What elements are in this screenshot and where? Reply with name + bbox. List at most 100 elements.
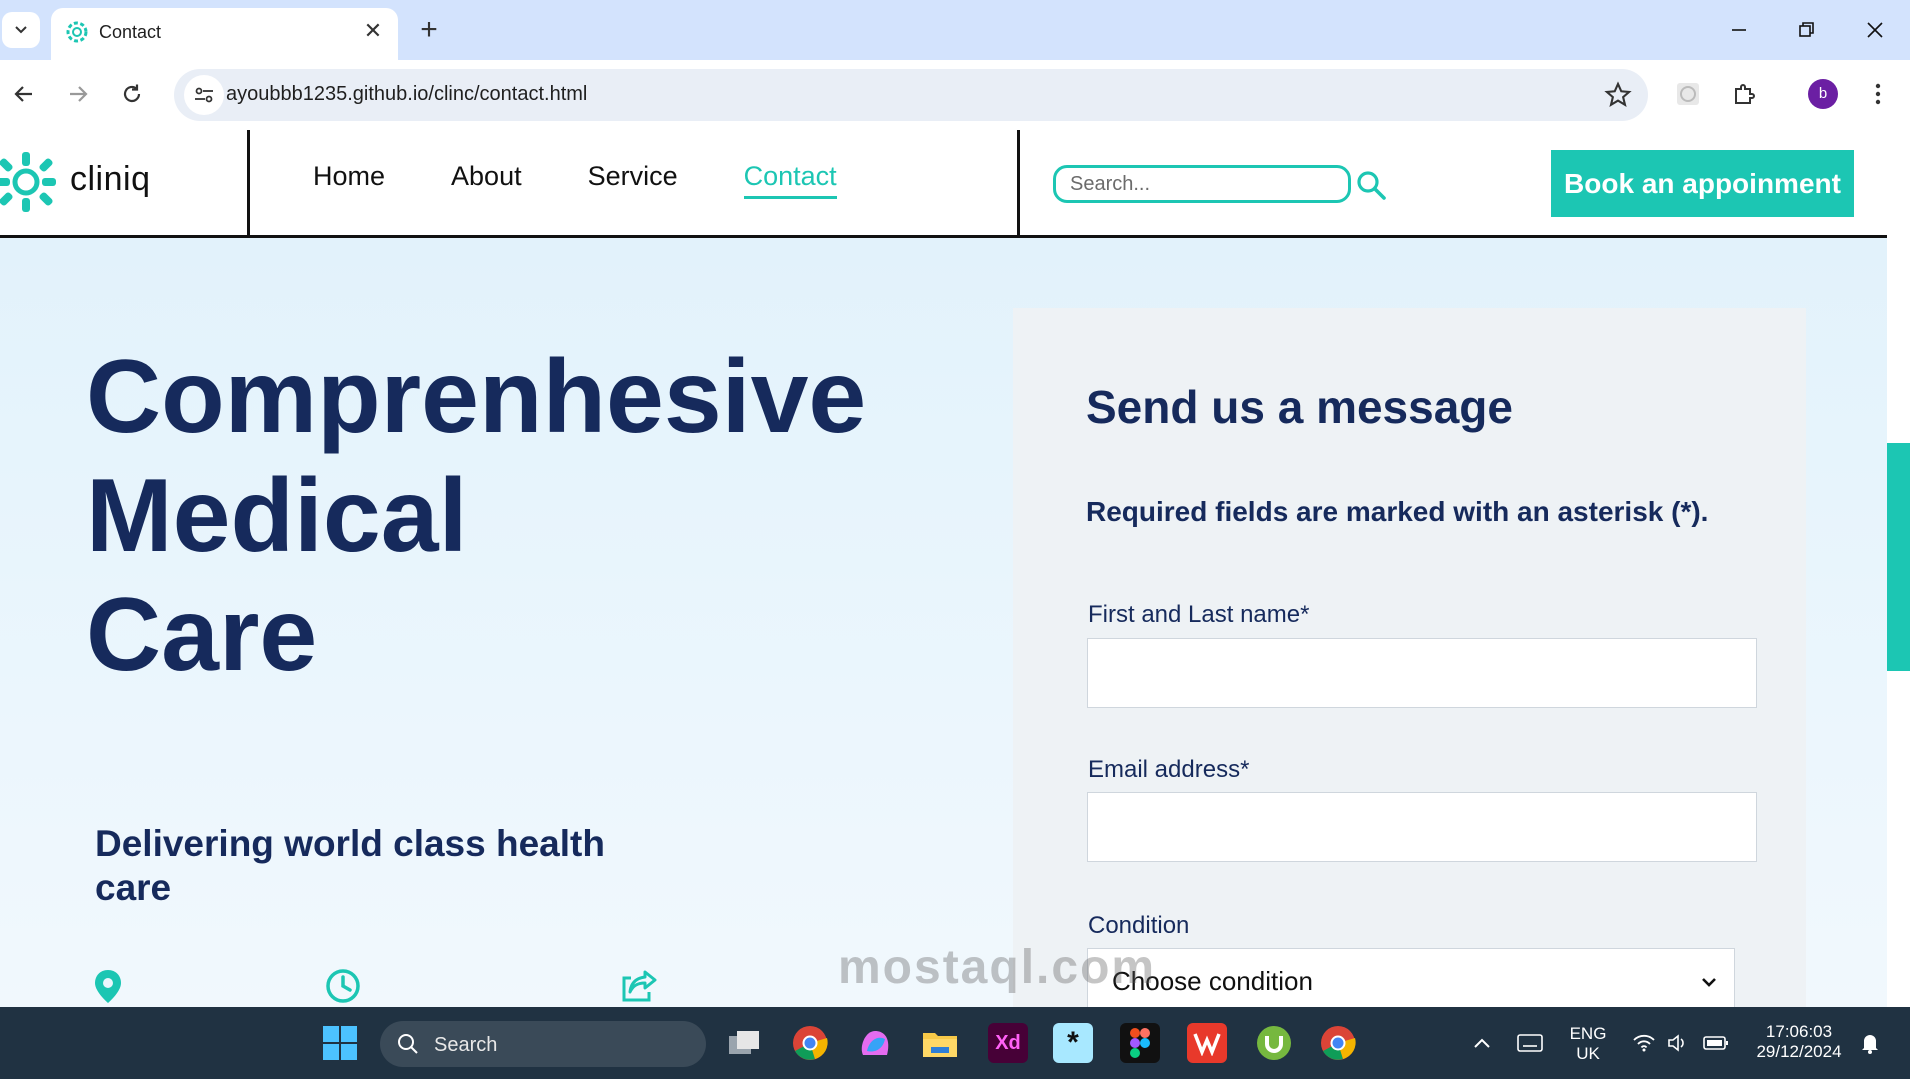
page-scrollbar-thumb[interactable] xyxy=(1887,443,1910,671)
name-label: First and Last name* xyxy=(1088,601,1310,628)
snipping-app-icon[interactable]: * xyxy=(1053,1023,1093,1063)
reload-icon xyxy=(123,84,141,103)
form-required-note: Required fields are marked with an aster… xyxy=(1086,496,1709,527)
hero-title-line: Care xyxy=(86,577,318,693)
notifications-button[interactable] xyxy=(1850,1023,1890,1063)
browser-tabstrip: Contact ✕ + xyxy=(0,0,1910,60)
windows-taskbar: Search Xd * ENG UK 17:06:03 29/12/2024 xyxy=(0,1007,1910,1079)
keyboard-icon xyxy=(1517,1034,1543,1052)
location-pin-icon xyxy=(95,970,121,1003)
chevron-up-icon xyxy=(1474,1038,1490,1048)
copilot-app-icon[interactable] xyxy=(855,1023,895,1063)
clock-time: 17:06:03 xyxy=(1765,1022,1833,1041)
chrome-app-icon[interactable] xyxy=(790,1023,830,1063)
asterisk-icon: * xyxy=(1067,1026,1079,1059)
url-text: ayoubbb1235.github.io/clinc/contact.html xyxy=(226,83,588,105)
tab-contact[interactable]: Contact ✕ xyxy=(51,8,398,60)
language-indicator[interactable]: ENG UK xyxy=(1562,1024,1614,1064)
nav-about[interactable]: About xyxy=(451,161,522,199)
xd-icon: Xd xyxy=(995,1031,1021,1054)
extension-favicon-icon xyxy=(1677,83,1699,105)
arrow-right-icon xyxy=(70,86,88,102)
cliniq-logo-icon xyxy=(0,152,56,212)
condition-select[interactable]: Choose condition xyxy=(1087,948,1735,1007)
watermark-text: mostaql.com xyxy=(838,941,1157,994)
keyboard-button[interactable] xyxy=(1510,1023,1550,1063)
wifi-icon xyxy=(1633,1034,1655,1052)
clock-date: 29/12/2024 xyxy=(1756,1042,1842,1061)
speaker-icon xyxy=(1668,1034,1684,1052)
restore-button[interactable] xyxy=(1780,10,1834,50)
nav-home[interactable]: Home xyxy=(313,161,385,199)
profile-avatar[interactable]: b xyxy=(1808,79,1838,109)
book-appointment-button[interactable]: Book an appoinment xyxy=(1551,150,1854,217)
logo-text: cliniq xyxy=(70,160,151,198)
chrome-second-profile-app-icon[interactable] xyxy=(1318,1023,1358,1063)
adobe-xd-app-icon[interactable]: Xd xyxy=(988,1023,1028,1063)
taskbar-search-label: Search xyxy=(434,1034,498,1056)
wps-icon xyxy=(1193,1033,1221,1056)
email-label: Email address* xyxy=(1088,756,1250,783)
show-hidden-icons-button[interactable] xyxy=(1462,1023,1502,1063)
site-header: cliniq Home About Service Contact Book a… xyxy=(0,130,1887,238)
figma-icon xyxy=(1130,1028,1150,1058)
share-icon xyxy=(622,970,657,1002)
tune-icon xyxy=(195,87,213,103)
copilot-icon xyxy=(861,1031,889,1055)
forward-button[interactable] xyxy=(58,74,98,114)
hero-title: Comprenhesive Medical Care xyxy=(86,338,986,695)
clock-icon xyxy=(326,969,360,1003)
language-code: ENG xyxy=(1569,1024,1607,1043)
contact-form-card: Send us a message Required fields are ma… xyxy=(1013,308,1806,1007)
cliniq-favicon-icon xyxy=(66,21,88,43)
more-vertical-icon xyxy=(1875,83,1881,105)
task-view-button[interactable] xyxy=(725,1023,765,1063)
nav-contact[interactable]: Contact xyxy=(743,161,837,199)
header-divider xyxy=(1017,130,1020,238)
taskbar-search[interactable]: Search xyxy=(380,1021,706,1067)
form-title: Send us a message xyxy=(1086,381,1513,433)
back-button[interactable] xyxy=(4,74,44,114)
site-info-button[interactable] xyxy=(184,75,224,115)
battery-button[interactable] xyxy=(1696,1023,1736,1063)
reload-button[interactable] xyxy=(112,74,152,114)
utorrent-app-icon[interactable] xyxy=(1254,1023,1294,1063)
volume-button[interactable] xyxy=(1658,1023,1698,1063)
tab-close-icon[interactable]: ✕ xyxy=(360,18,386,44)
tab-search-button[interactable] xyxy=(2,12,40,48)
hero-title-line: Comprenhesive xyxy=(86,339,867,455)
puzzle-icon xyxy=(1735,84,1755,104)
new-tab-icon[interactable]: + xyxy=(414,12,444,48)
task-view-icon xyxy=(729,1031,759,1054)
browser-menu-button[interactable] xyxy=(1858,74,1898,114)
arrow-left-icon xyxy=(14,86,32,102)
close-window-button[interactable] xyxy=(1848,10,1902,50)
folder-icon xyxy=(923,1033,957,1057)
address-bar[interactable]: ayoubbb1235.github.io/clinc/contact.html xyxy=(174,69,1648,121)
site-search-input[interactable] xyxy=(1053,165,1351,203)
minimize-button[interactable] xyxy=(1712,10,1766,50)
chrome-icon xyxy=(793,1026,828,1060)
minimize-icon xyxy=(1732,29,1746,31)
nav-service[interactable]: Service xyxy=(588,161,678,199)
clock[interactable]: 17:06:03 29/12/2024 xyxy=(1740,1022,1858,1062)
keyboard-layout: UK xyxy=(1576,1044,1600,1063)
logo[interactable]: cliniq xyxy=(0,130,250,235)
main-nav: Home About Service Contact xyxy=(313,161,903,199)
extension-cliniq-button[interactable] xyxy=(1668,74,1708,114)
name-field[interactable] xyxy=(1087,638,1757,708)
chevron-down-icon xyxy=(1702,978,1716,987)
extensions-button[interactable] xyxy=(1724,74,1764,114)
browser-toolbar: ayoubbb1235.github.io/clinc/contact.html… xyxy=(0,60,1910,130)
search-icon[interactable] xyxy=(1354,168,1388,202)
web-page: cliniq Home About Service Contact Book a… xyxy=(0,130,1887,1007)
wps-office-app-icon[interactable] xyxy=(1187,1023,1227,1063)
email-field[interactable] xyxy=(1087,792,1757,862)
hero-subtitle: Delivering world class health care xyxy=(95,823,605,908)
figma-app-icon[interactable] xyxy=(1120,1023,1160,1063)
utorrent-icon xyxy=(1257,1026,1291,1060)
file-explorer-app-icon[interactable] xyxy=(920,1023,960,1063)
start-button[interactable] xyxy=(320,1023,360,1063)
restore-icon xyxy=(1799,22,1814,37)
bookmark-star-icon[interactable] xyxy=(1604,81,1632,109)
